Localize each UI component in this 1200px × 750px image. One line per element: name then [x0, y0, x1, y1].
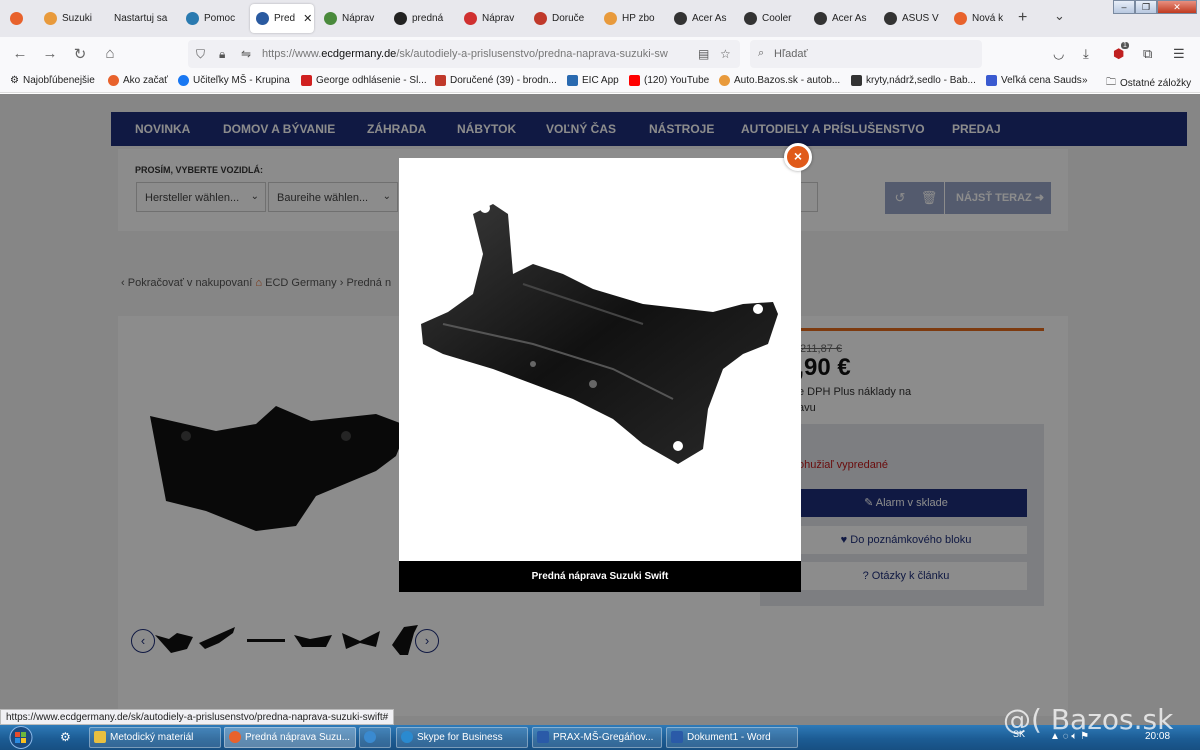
- downloads-icon[interactable]: ⤓: [1083, 46, 1089, 62]
- extensions-puzzle-icon[interactable]: ⧉: [1143, 46, 1152, 62]
- tab-13[interactable]: ASUS V: [878, 4, 946, 33]
- acer-icon: [674, 12, 687, 25]
- lightbox-product-image: [421, 203, 778, 464]
- tab-6[interactable]: predná: [388, 4, 454, 33]
- firefox-icon: [108, 75, 119, 86]
- taskbar-item[interactable]: [359, 727, 391, 748]
- reader-view-icon[interactable]: ▤: [698, 47, 709, 61]
- tab-2[interactable]: Nastartuj sa: [108, 4, 178, 33]
- taskbar-item[interactable]: Predná náprava Suzu...: [224, 727, 356, 748]
- bazos-watermark: @( Bazos.sk: [1003, 703, 1174, 736]
- taskbar-item[interactable]: Dokument1 - Word: [666, 727, 798, 748]
- browser-nav-bar: ← → ↻ ⌂ ⛉ 🔒︎ ⇋ https://www.ecdgermany.de…: [0, 37, 1200, 71]
- image-lightbox: Predná náprava Suzuki Swift: [399, 158, 801, 592]
- restore-icon[interactable]: ❐: [1135, 0, 1157, 14]
- shield-icon: ⛉: [196, 47, 206, 61]
- more-bookmarks-chevron-icon[interactable]: »: [1082, 75, 1088, 86]
- permissions-icon: ⇋: [241, 47, 252, 61]
- lock-icon: 🔒︎: [219, 47, 226, 61]
- bookmarks-bar: ⚙ Najobľúbenejšie Ako začať Učiteľky MŠ -…: [0, 71, 1200, 93]
- close-tab-icon[interactable]: ✕: [303, 12, 312, 25]
- pocket-icon[interactable]: ◡: [1053, 46, 1064, 62]
- status-url: https://www.ecdgermany.de/sk/autodiely-a…: [0, 709, 395, 725]
- taskbar-item[interactable]: Skype for Business: [396, 727, 528, 748]
- gear-icon: [394, 12, 407, 25]
- acer-icon: [744, 12, 757, 25]
- url-bar[interactable]: ⛉ 🔒︎ ⇋ https://www.ecdgermany.de/sk/auto…: [188, 40, 740, 68]
- window-close-icon[interactable]: ✕: [1157, 0, 1197, 14]
- george-icon: [301, 75, 312, 86]
- acer-icon: [814, 12, 827, 25]
- search-icon: ⌕: [758, 47, 765, 59]
- browser-tab-strip: Suzuki Nastartuj sa Pomoc Pred ✕ Náprav p…: [0, 0, 1200, 37]
- word-icon: [537, 731, 549, 743]
- bookmark-item[interactable]: Auto.Bazos.sk - autob...: [719, 75, 840, 86]
- back-arrow-icon[interactable]: ←: [11, 45, 29, 62]
- bookmark-item[interactable]: (120) YouTube: [629, 75, 709, 86]
- menu-icon[interactable]: ☰: [1173, 46, 1185, 62]
- gear-icon: ⚙: [10, 75, 19, 86]
- bookmark-item[interactable]: EIC App: [567, 75, 619, 86]
- bookmark-item[interactable]: ⚙ Najobľúbenejšie: [10, 75, 95, 86]
- tab-active[interactable]: Pred ✕: [250, 4, 314, 33]
- tab-5[interactable]: Náprav: [318, 4, 384, 33]
- v-icon: [986, 75, 997, 86]
- taskbar-item[interactable]: PRAX-MŠ-Gregáňov...: [532, 727, 662, 748]
- quicklaunch-icon[interactable]: ⚙: [60, 730, 71, 744]
- youtube-icon: [629, 75, 640, 86]
- motorbike-icon: [851, 75, 862, 86]
- tab-10[interactable]: Acer As: [668, 4, 736, 33]
- edge-icon: [364, 731, 376, 743]
- bookmark-item[interactable]: kryty,nádrž,sedlo - Bab...: [851, 75, 976, 86]
- list-tabs-chevron-icon[interactable]: ⌄: [1054, 8, 1065, 24]
- bazos-icon: [719, 75, 730, 86]
- reload-icon[interactable]: ↻: [71, 45, 89, 63]
- bookmark-star-icon[interactable]: ☆: [720, 47, 731, 61]
- firefox-icon: [229, 731, 241, 743]
- gmail-icon: [534, 12, 547, 25]
- x-icon: [464, 12, 477, 25]
- tab-14[interactable]: Nová k: [948, 4, 1010, 33]
- globe-icon: [256, 12, 269, 25]
- tab-9[interactable]: HP zbo: [598, 4, 666, 33]
- tab-11[interactable]: Cooler: [738, 4, 806, 33]
- folder-icon: 🗀︎: [1106, 77, 1116, 88]
- search-input[interactable]: ⌕ Hľadať: [750, 40, 982, 68]
- bazos-icon: [44, 12, 57, 25]
- tab-1[interactable]: Suzuki: [38, 4, 104, 33]
- bookmark-item[interactable]: Veľká cena Sauds: [986, 75, 1082, 86]
- new-tab-plus-icon[interactable]: +: [1018, 9, 1027, 27]
- forward-arrow-icon[interactable]: →: [41, 45, 59, 62]
- tab-7[interactable]: Náprav: [458, 4, 524, 33]
- folder-icon: [94, 731, 106, 743]
- tab-3[interactable]: Pomoc: [180, 4, 246, 33]
- skype-icon: [401, 731, 413, 743]
- site-icon: [324, 12, 337, 25]
- bazos-icon: [604, 12, 617, 25]
- bookmark-item[interactable]: Ako začať: [108, 75, 168, 86]
- gmail-icon: [435, 75, 446, 86]
- asus-icon: [884, 12, 897, 25]
- shield-icon: [186, 12, 199, 25]
- bookmark-item[interactable]: Doručené (39) - brodn...: [435, 75, 557, 86]
- eic-icon: [567, 75, 578, 86]
- start-orb-icon[interactable]: [6, 725, 36, 750]
- tab-12[interactable]: Acer As: [808, 4, 876, 33]
- bookmark-item[interactable]: Učiteľky MŠ - Krupina: [178, 75, 290, 86]
- bookmark-item[interactable]: George odhlásenie - Sl...: [301, 75, 427, 86]
- tab-0[interactable]: [4, 4, 34, 33]
- lightbox-close-icon[interactable]: ×: [784, 143, 812, 171]
- home-icon[interactable]: ⌂: [101, 45, 119, 62]
- facebook-icon: [178, 75, 189, 86]
- taskbar-item[interactable]: Metodický materiál: [89, 727, 221, 748]
- firefox-icon: [954, 12, 967, 25]
- firefox-icon: [10, 12, 23, 25]
- minimize-icon[interactable]: –: [1113, 0, 1135, 14]
- tab-8[interactable]: Doruče: [528, 4, 594, 33]
- notification-badge: 1: [1121, 42, 1129, 49]
- word-icon: [671, 731, 683, 743]
- other-bookmarks[interactable]: 🗀︎ Ostatné záložky: [1106, 75, 1191, 92]
- url-text: https://www.ecdgermany.de/sk/autodiely-a…: [262, 48, 668, 60]
- lightbox-caption: Predná náprava Suzuki Swift: [399, 561, 801, 592]
